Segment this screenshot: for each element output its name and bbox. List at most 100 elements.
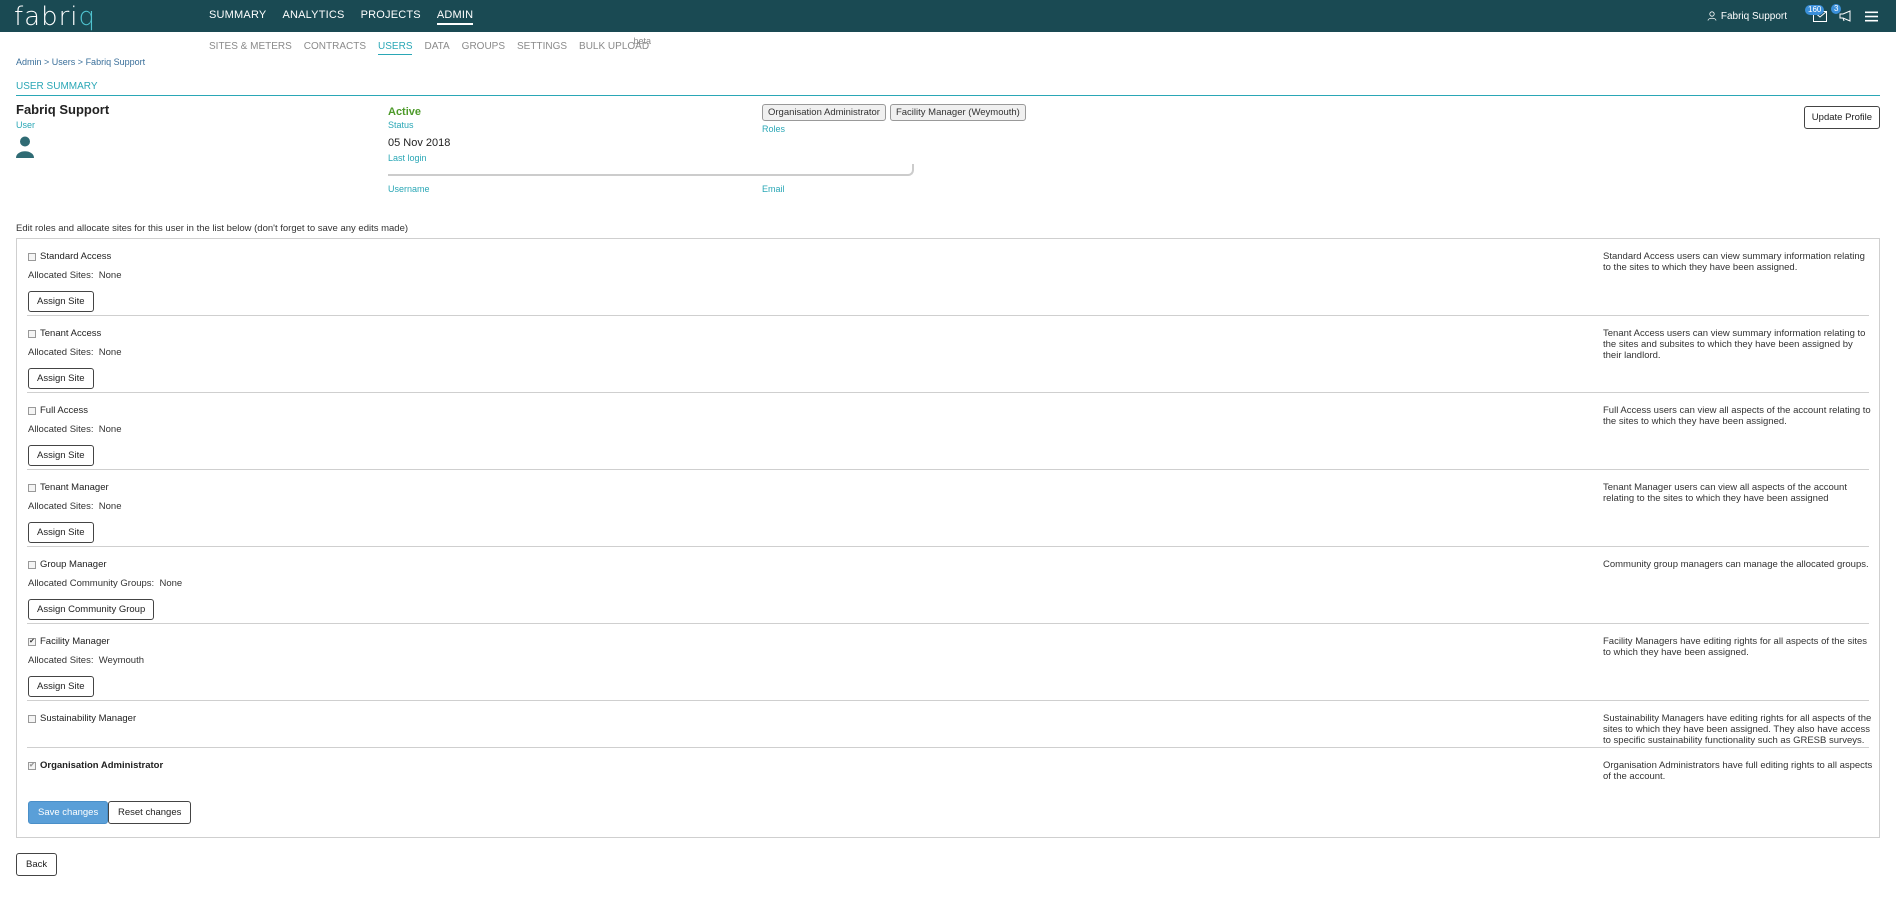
back-button[interactable]: Back xyxy=(16,853,58,876)
subnav-bulk-upload[interactable]: BULK UPLOAD beta xyxy=(579,36,651,55)
update-profile-button[interactable]: Update Profile xyxy=(1803,106,1880,129)
breadcrumb-users[interactable]: Users xyxy=(52,57,76,67)
assign-site-button[interactable]: Assign Site xyxy=(28,368,94,389)
user-menu[interactable]: Fabriq Support xyxy=(1707,11,1787,22)
role-checkbox[interactable] xyxy=(28,252,36,261)
assign-site-button[interactable]: Assign Site xyxy=(28,676,94,697)
fabriq-logo[interactable]: fabriq xyxy=(14,2,96,32)
save-changes-button[interactable]: Save changes xyxy=(28,801,109,824)
role-header: ✔ Organisation Administrator xyxy=(28,760,163,771)
role-header: Tenant Manager xyxy=(28,482,109,493)
nav-admin[interactable]: ADMIN xyxy=(436,0,474,25)
role-header: Full Access xyxy=(28,405,88,416)
subnav-users[interactable]: USERS xyxy=(378,41,413,55)
allocated-community-groups: Allocated Community Groups: None xyxy=(28,578,182,589)
user-icon xyxy=(1707,11,1717,21)
breadcrumb-admin[interactable]: Admin xyxy=(16,57,42,67)
main-nav: SUMMARY ANALYTICS PROJECTS ADMIN xyxy=(209,0,489,32)
role-header: Standard Access xyxy=(28,251,111,262)
alloc-label: Allocated Community Groups: xyxy=(28,578,155,589)
role-checkbox-checked[interactable]: ✔ xyxy=(28,637,36,646)
reset-changes-button[interactable]: Reset changes xyxy=(108,801,192,824)
role-header: ✔ Facility Manager xyxy=(28,636,110,647)
profile-email-label: Email xyxy=(762,184,785,194)
hamburger-icon xyxy=(1865,11,1878,21)
profile-roles-label: Roles xyxy=(762,124,786,134)
role-description: Community group managers can manage the … xyxy=(1603,559,1869,570)
role-checkbox[interactable] xyxy=(28,406,36,415)
alloc-value: None xyxy=(98,424,122,435)
alloc-label: Allocated Sites: xyxy=(28,347,94,358)
top-bar: fabriq SUMMARY ANALYTICS PROJECTS ADMIN … xyxy=(0,0,1896,32)
role-name: Facility Manager xyxy=(40,636,110,647)
username-field[interactable] xyxy=(388,164,914,176)
subnav-contracts[interactable]: CONTRACTS xyxy=(304,41,366,55)
hamburger-menu-button[interactable] xyxy=(1865,11,1878,22)
notifications-button[interactable]: 3 xyxy=(1831,4,1853,22)
role-name: Standard Access xyxy=(40,251,112,262)
role-checkbox[interactable] xyxy=(28,329,36,338)
role-row-full-access: Full Access Allocated Sites: None Assign… xyxy=(27,393,1871,470)
messages-button[interactable]: 160 xyxy=(1805,4,1827,22)
top-right-tools: Fabriq Support 160 3 xyxy=(1707,0,1878,32)
assign-community-group-button[interactable]: Assign Community Group xyxy=(28,599,155,620)
alloc-value: None xyxy=(98,347,122,358)
profile-name-label: User xyxy=(16,120,36,130)
breadcrumb-sep: > xyxy=(41,57,52,67)
role-description: Tenant Manager users can view all aspect… xyxy=(1603,482,1847,504)
allocated-sites: Allocated Sites: None xyxy=(28,347,121,358)
assign-site-button[interactable]: Assign Site xyxy=(28,445,94,466)
allocated-sites: Allocated Sites: Weymouth xyxy=(28,655,144,666)
allocated-sites: Allocated Sites: None xyxy=(28,270,121,281)
subnav-sites-meters[interactable]: SITES & METERS xyxy=(209,41,292,55)
role-row-standard-access: Standard Access Allocated Sites: None As… xyxy=(27,239,1869,316)
nav-projects[interactable]: PROJECTS xyxy=(361,0,421,32)
role-name: Full Access xyxy=(40,405,89,416)
role-name: Group Manager xyxy=(40,559,107,570)
role-checkbox[interactable] xyxy=(28,560,36,569)
role-row-tenant-manager: Tenant Manager Allocated Sites: None Ass… xyxy=(27,470,1869,547)
breadcrumb-current: Fabriq Support xyxy=(85,57,146,67)
alloc-value: None xyxy=(159,578,183,589)
role-checkbox[interactable] xyxy=(28,483,36,492)
profile-last-login: 05 Nov 2018 xyxy=(388,137,451,149)
messages-badge: 160 xyxy=(1805,4,1825,15)
logo-text: fabri xyxy=(14,2,79,32)
alloc-value: None xyxy=(98,501,122,512)
nav-summary[interactable]: SUMMARY xyxy=(209,0,266,32)
alloc-value: None xyxy=(98,270,122,281)
allocated-sites: Allocated Sites: None xyxy=(28,501,121,512)
role-chip: Organisation Administrator xyxy=(762,104,886,121)
subnav-data[interactable]: DATA xyxy=(424,41,449,55)
roles-instructions: Edit roles and allocate sites for this u… xyxy=(16,223,409,234)
role-row-sustainability-manager: Sustainability Manager Sustainability Ma… xyxy=(27,701,1871,748)
nav-analytics[interactable]: ANALYTICS xyxy=(282,0,344,32)
profile-status-label: Status xyxy=(388,120,414,130)
role-header: Group Manager xyxy=(28,559,107,570)
alloc-label: Allocated Sites: xyxy=(28,655,94,666)
assign-site-button[interactable]: Assign Site xyxy=(28,291,94,312)
logo-accent: q xyxy=(78,2,97,32)
megaphone-icon xyxy=(1839,10,1851,22)
role-name: Tenant Access xyxy=(40,328,102,339)
avatar-icon xyxy=(16,136,34,158)
role-description: Organisation Administrators have full ed… xyxy=(1603,760,1873,782)
role-row-facility-manager: ✔ Facility Manager Allocated Sites: Weym… xyxy=(27,624,1869,701)
subnav-settings[interactable]: SETTINGS xyxy=(517,41,567,55)
subnav-groups[interactable]: GROUPS xyxy=(462,41,505,55)
role-description: Facility Managers have editing rights fo… xyxy=(1603,636,1868,658)
section-title: USER SUMMARY xyxy=(16,81,1880,96)
alloc-label: Allocated Sites: xyxy=(28,501,94,512)
assign-site-button[interactable]: Assign Site xyxy=(28,522,94,543)
profile-role-chips: Organisation Administrator Facility Mana… xyxy=(762,104,1030,121)
role-name: Tenant Manager xyxy=(40,482,109,493)
role-description: Full Access users can view all aspects o… xyxy=(1603,405,1871,427)
role-checkbox-checked-disabled: ✔ xyxy=(28,761,36,770)
user-name: Fabriq Support xyxy=(1720,10,1787,22)
breadcrumb: Admin > Users > Fabriq Support xyxy=(16,57,145,67)
alloc-label: Allocated Sites: xyxy=(28,270,94,281)
profile-status: Active xyxy=(388,106,422,118)
role-checkbox[interactable] xyxy=(28,714,36,723)
role-name: Sustainability Manager xyxy=(40,713,137,724)
beta-tag: beta xyxy=(633,36,652,46)
